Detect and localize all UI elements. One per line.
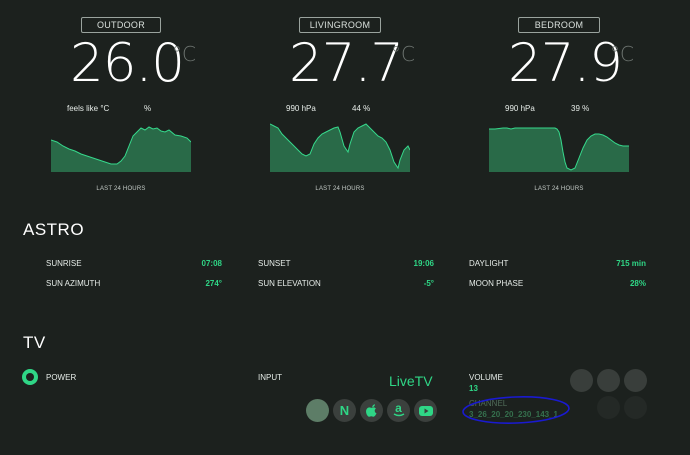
sun-azimuth-label: SUN AZIMUTH <box>46 279 101 288</box>
input-current-value: LiveTV <box>389 373 433 389</box>
moon-phase-value: 28% <box>629 279 646 288</box>
bedroom-chart-period: LAST 24 HOURS <box>534 186 584 192</box>
sunset-value: 19:06 <box>413 259 434 268</box>
outdoor-humidity: % <box>144 104 152 113</box>
outdoor-temperature-chart <box>51 126 191 172</box>
channel-down-button[interactable] <box>597 396 620 419</box>
room-label-outdoor: OUTDOOR <box>81 17 161 33</box>
moon-phase-label: MOON PHASE <box>469 279 524 288</box>
youtube-icon <box>418 405 433 416</box>
bedroom-humidity: 39 % <box>571 104 590 113</box>
bedroom-temperature-unit: °C <box>610 42 634 66</box>
livingroom-temperature-unit: °C <box>391 42 415 66</box>
power-toggle-inner <box>26 373 34 381</box>
room-label-livingroom: LIVINGROOM <box>299 17 381 33</box>
livingroom-temperature: 27.7 <box>289 33 404 94</box>
outdoor-temperature: 26.0 <box>70 33 185 94</box>
livingroom-pressure: 990 hPa <box>286 104 316 113</box>
power-label: POWER <box>46 373 77 382</box>
sun-azimuth-value: 274° <box>205 279 222 288</box>
daylight-value: 715 min <box>616 259 646 268</box>
bedroom-pressure: 990 hPa <box>505 104 535 113</box>
input-youtube-button[interactable] <box>414 399 437 422</box>
room-label-bedroom: BEDROOM <box>518 17 600 33</box>
outdoor-feels-like: feels like °C <box>67 104 110 113</box>
sunset-label: SUNSET <box>258 259 291 268</box>
amazon-smile-icon <box>393 413 404 417</box>
outdoor-temperature-unit: °C <box>172 42 196 66</box>
bedroom-temperature-chart <box>489 127 629 172</box>
amazon-icon-letter: a <box>395 401 402 415</box>
input-amazon-button[interactable]: a <box>387 399 410 422</box>
bedroom-temperature: 27.9 <box>508 33 623 94</box>
channel-annotation-circle <box>462 396 570 424</box>
input-apple-button[interactable] <box>360 399 383 422</box>
tv-section-title: TV <box>23 333 46 352</box>
apple-icon <box>365 404 376 417</box>
livingroom-chart-period: LAST 24 HOURS <box>315 186 365 192</box>
daylight-label: DAYLIGHT <box>469 259 509 268</box>
sun-elevation-value: -5° <box>423 279 434 288</box>
power-toggle[interactable] <box>22 369 38 385</box>
input-netflix-button[interactable]: N <box>333 399 356 422</box>
input-label: INPUT <box>258 373 282 382</box>
input-live-tv-button[interactable] <box>306 399 329 422</box>
sunrise-value: 07:08 <box>201 259 222 268</box>
netflix-icon: N <box>339 403 350 418</box>
outdoor-chart-period: LAST 24 HOURS <box>96 186 146 192</box>
astro-section-title: ASTRO <box>23 220 85 239</box>
sun-elevation-label: SUN ELEVATION <box>258 279 321 288</box>
sunrise-label: SUNRISE <box>46 259 82 268</box>
livingroom-humidity: 44 % <box>352 104 371 113</box>
volume-value: 13 <box>469 384 478 393</box>
volume-mute-button[interactable] <box>597 369 620 392</box>
volume-down-button[interactable] <box>570 369 593 392</box>
amazon-icon: a <box>393 401 405 417</box>
volume-up-button[interactable] <box>624 369 647 392</box>
channel-up-button[interactable] <box>624 396 647 419</box>
volume-label: VOLUME <box>469 373 503 382</box>
livingroom-temperature-chart <box>270 123 410 172</box>
